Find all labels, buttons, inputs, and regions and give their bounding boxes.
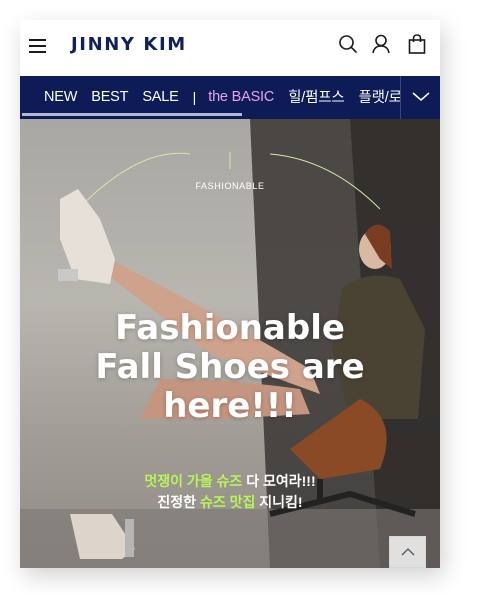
mobile-page: JINNY KIM NEW BEST SALE | the BASIC 힐/펌프… (20, 20, 440, 568)
nav-scroll-indicator (22, 113, 242, 116)
hero-title-line: Fashionable (115, 308, 345, 348)
search-icon[interactable] (337, 33, 359, 55)
nav-item-the-basic[interactable]: the BASIC (208, 89, 274, 105)
hero-subtitle-text: 지니킴! (255, 494, 303, 510)
hero-tagline: FASHIONABLE (195, 181, 265, 191)
nav-separator: | (192, 88, 197, 105)
hero-subtitle-2: 진정한 슈즈 맛집 지니킴! (20, 492, 440, 512)
chevron-down-icon (412, 92, 430, 101)
hero-subtitle-highlight: 슈즈 맛집 (199, 494, 256, 510)
nav-item-flats[interactable]: 플랫/로 (359, 86, 402, 107)
user-icon[interactable] (370, 33, 392, 55)
site-logo[interactable]: JINNY KIM (71, 34, 187, 55)
category-nav: NEW BEST SALE | the BASIC 힐/펌프스 플랫/로 (20, 76, 440, 119)
site-header: JINNY KIM (20, 20, 440, 76)
chevron-up-icon (401, 548, 415, 556)
category-nav-list: NEW BEST SALE | the BASIC 힐/펌프스 플랫/로 (44, 76, 416, 117)
nav-item-best[interactable]: BEST (91, 89, 128, 105)
nav-item-new[interactable]: NEW (44, 89, 77, 105)
menu-icon[interactable] (28, 36, 48, 56)
hero-subtitle-text: 다 모여라!!! (242, 473, 316, 489)
shopping-bag-icon[interactable] (406, 33, 428, 55)
hero-subtitle-highlight: 멋쟁이 가을 슈즈 (144, 473, 243, 489)
hero-title-line: Fall Shoes are (95, 347, 365, 387)
hero-banner[interactable]: FASHIONABLE Fashionable Fall Shoes are h… (20, 119, 440, 568)
nav-item-sale[interactable]: SALE (142, 89, 178, 105)
nav-item-heels-pumps[interactable]: 힐/펌프스 (288, 86, 345, 107)
hero-title: Fashionable Fall Shoes are here!!! (20, 309, 440, 426)
hero-title-line: here!!! (163, 386, 297, 426)
hero-subtitle-1: 멋쟁이 가을 슈즈 다 모여라!!! (20, 471, 440, 491)
hero-subtitle-text: 진정한 (157, 494, 200, 510)
nav-expand-button[interactable] (400, 76, 440, 119)
scroll-to-top-button[interactable] (389, 536, 426, 568)
